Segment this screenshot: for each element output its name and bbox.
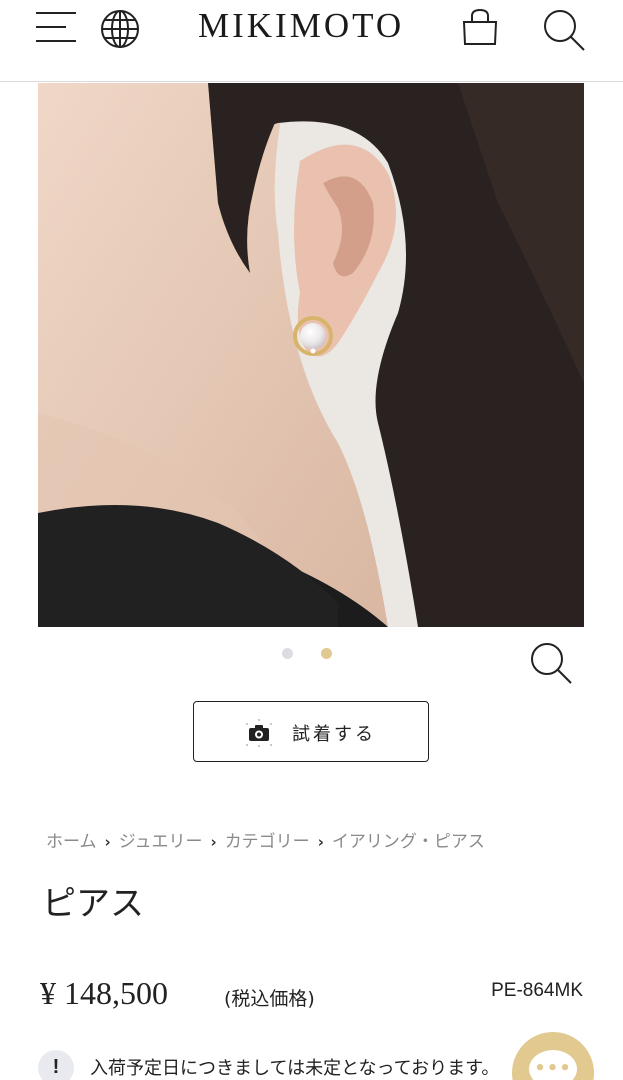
gallery-pagination [282, 648, 342, 660]
chat-bubble-inner: ••• [529, 1050, 577, 1080]
camera-icon [244, 718, 274, 748]
exclamation-icon: ! [38, 1050, 74, 1080]
product-price: ¥ 148,500 [40, 975, 168, 1011]
gallery-dot-1[interactable] [282, 648, 293, 659]
product-title: ピアス [42, 884, 144, 924]
gallery-dot-2-active[interactable] [321, 648, 332, 659]
chat-bubble-icon[interactable]: ••• [512, 1032, 594, 1080]
breadcrumb-home[interactable]: ホーム [46, 827, 97, 852]
breadcrumb: ホーム › ジュエリー › カテゴリー › イアリング・ピアス [46, 827, 485, 852]
breadcrumb-category[interactable]: カテゴリー [225, 827, 310, 852]
shopping-bag-icon[interactable] [458, 6, 502, 50]
menu-icon[interactable] [36, 12, 80, 44]
globe-icon[interactable] [98, 7, 142, 51]
tax-note: (税込価格) [224, 988, 315, 1010]
product-image[interactable] [38, 83, 584, 627]
zoom-magnifier-icon[interactable] [526, 638, 574, 686]
breadcrumb-jewelry[interactable]: ジュエリー [119, 827, 203, 852]
breadcrumb-earrings[interactable]: イアリング・ピアス [332, 827, 485, 852]
chevron-right-icon: › [104, 833, 111, 851]
stock-notice: ! 入荷予定日につきましては未定となっております。 [38, 1046, 558, 1080]
product-sku: PE-864MK [491, 980, 583, 1001]
chevron-right-icon: › [317, 833, 324, 851]
site-header: MIKIMOTO [0, 0, 623, 82]
try-on-label: 試着する [292, 724, 376, 745]
search-icon[interactable] [540, 6, 588, 54]
brand-logo[interactable]: MIKIMOTO [198, 6, 404, 46]
try-on-button[interactable]: 試着する [193, 701, 429, 762]
chevron-right-icon: › [210, 833, 217, 851]
notice-text: 入荷予定日につきましては未定となっております。 [90, 1058, 500, 1079]
